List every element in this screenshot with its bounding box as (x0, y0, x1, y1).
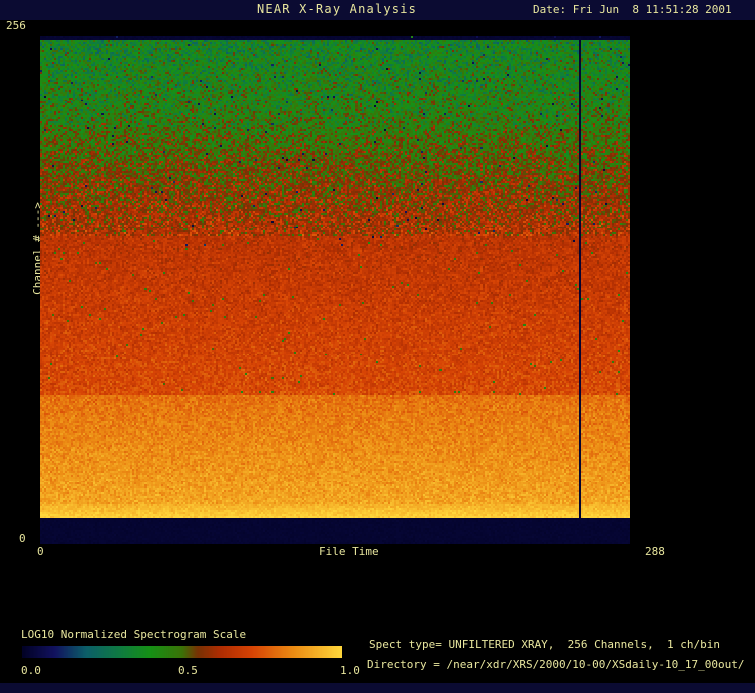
page-title: NEAR X-Ray Analysis (257, 2, 418, 16)
x-axis-label: File Time (319, 545, 379, 558)
y-axis-tick-0: 0 (19, 532, 26, 545)
datetime-label: Date: Fri Jun 8 11:51:28 2001 (533, 3, 732, 16)
window-bottom-strip (0, 683, 755, 693)
colorbar-gradient (22, 646, 342, 658)
spect-type-line: Spect type= UNFILTERED XRAY, 256 Channel… (369, 638, 720, 651)
colorbar-tick-1.0: 1.0 (340, 664, 360, 677)
colorbar-title: LOG10 Normalized Spectrogram Scale (21, 628, 247, 641)
near-xray-window: NEAR X-Ray Analysis Date: Fri Jun 8 11:5… (0, 0, 755, 693)
x-axis-tick-288: 288 (645, 545, 665, 558)
y-axis-tick-256: 256 (6, 19, 26, 32)
directory-line: Directory = /near/xdr/XRS/2000/10-00/XSd… (367, 658, 745, 671)
spectrogram-image (40, 36, 630, 544)
colorbar-tick-0.0: 0.0 (21, 664, 41, 677)
colorbar-tick-0.5: 0.5 (178, 664, 198, 677)
x-axis-tick-0: 0 (37, 545, 44, 558)
